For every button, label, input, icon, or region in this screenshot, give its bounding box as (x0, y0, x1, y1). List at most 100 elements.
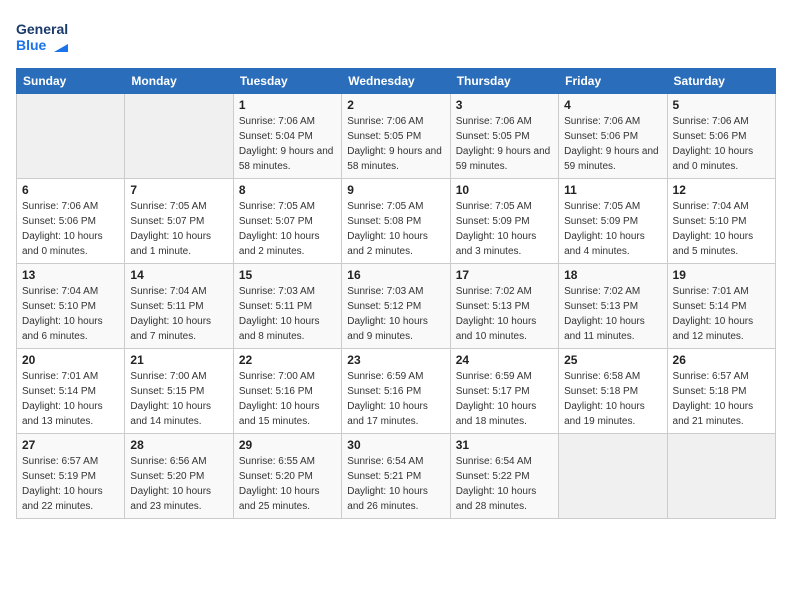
logo-icon: General Blue (16, 16, 68, 60)
day-number: 10 (456, 183, 553, 197)
day-number: 23 (347, 353, 444, 367)
day-number: 14 (130, 268, 227, 282)
header-cell-tuesday: Tuesday (233, 69, 341, 94)
day-info: Sunrise: 7:06 AMSunset: 5:06 PMDaylight:… (673, 114, 770, 174)
day-info: Sunrise: 7:01 AMSunset: 5:14 PMDaylight:… (673, 284, 770, 344)
day-info: Sunrise: 6:56 AMSunset: 5:20 PMDaylight:… (130, 454, 227, 514)
day-info: Sunrise: 7:03 AMSunset: 5:12 PMDaylight:… (347, 284, 444, 344)
day-number: 26 (673, 353, 770, 367)
header-cell-saturday: Saturday (667, 69, 775, 94)
day-number: 19 (673, 268, 770, 282)
calendar-cell: 9 Sunrise: 7:05 AMSunset: 5:08 PMDaylight… (342, 179, 450, 264)
calendar-week-1: 1 Sunrise: 7:06 AMSunset: 5:04 PMDaylight… (17, 94, 776, 179)
day-info: Sunrise: 7:06 AMSunset: 5:06 PMDaylight:… (22, 199, 119, 259)
calendar-cell: 11 Sunrise: 7:05 AMSunset: 5:09 PMDayligh… (559, 179, 667, 264)
day-number: 3 (456, 98, 553, 112)
day-info: Sunrise: 6:59 AMSunset: 5:17 PMDaylight:… (456, 369, 553, 429)
day-info: Sunrise: 7:03 AMSunset: 5:11 PMDaylight:… (239, 284, 336, 344)
logo: General Blue (16, 16, 70, 60)
calendar-week-5: 27 Sunrise: 6:57 AMSunset: 5:19 PMDayligh… (17, 434, 776, 519)
day-info: Sunrise: 7:05 AMSunset: 5:09 PMDaylight:… (564, 199, 661, 259)
calendar-cell: 2Sunrise: 7:06 AMSunset: 5:05 PMDaylight… (342, 94, 450, 179)
calendar-week-2: 6 Sunrise: 7:06 AMSunset: 5:06 PMDaylight… (17, 179, 776, 264)
day-info: Sunrise: 7:05 AMSunset: 5:08 PMDaylight:… (347, 199, 444, 259)
day-number: 24 (456, 353, 553, 367)
calendar-cell: 19 Sunrise: 7:01 AMSunset: 5:14 PMDayligh… (667, 264, 775, 349)
page-header: General Blue (16, 16, 776, 60)
day-info: Sunrise: 6:57 AMSunset: 5:19 PMDaylight:… (22, 454, 119, 514)
calendar-cell: 13Sunrise: 7:04 AMSunset: 5:10 PMDayligh… (17, 264, 125, 349)
day-number: 1 (239, 98, 336, 112)
calendar-cell: 23 Sunrise: 6:59 AMSunset: 5:16 PMDayligh… (342, 349, 450, 434)
day-number: 8 (239, 183, 336, 197)
header-row: SundayMondayTuesdayWednesdayThursdayFrid… (17, 69, 776, 94)
calendar-cell (559, 434, 667, 519)
day-number: 22 (239, 353, 336, 367)
day-info: Sunrise: 7:01 AMSunset: 5:14 PMDaylight:… (22, 369, 119, 429)
day-number: 5 (673, 98, 770, 112)
header-cell-monday: Monday (125, 69, 233, 94)
day-info: Sunrise: 7:05 AMSunset: 5:07 PMDaylight:… (239, 199, 336, 259)
calendar-week-3: 13Sunrise: 7:04 AMSunset: 5:10 PMDayligh… (17, 264, 776, 349)
day-number: 9 (347, 183, 444, 197)
calendar-cell: 15Sunrise: 7:03 AMSunset: 5:11 PMDayligh… (233, 264, 341, 349)
day-number: 16 (347, 268, 444, 282)
calendar-cell: 24 Sunrise: 6:59 AMSunset: 5:17 PMDayligh… (450, 349, 558, 434)
calendar-cell: 1 Sunrise: 7:06 AMSunset: 5:04 PMDaylight… (233, 94, 341, 179)
day-info: Sunrise: 7:02 AMSunset: 5:13 PMDaylight:… (456, 284, 553, 344)
day-number: 17 (456, 268, 553, 282)
calendar-cell (125, 94, 233, 179)
calendar-cell: 8 Sunrise: 7:05 AMSunset: 5:07 PMDaylight… (233, 179, 341, 264)
calendar-cell: 30Sunrise: 6:54 AMSunset: 5:21 PMDayligh… (342, 434, 450, 519)
day-info: Sunrise: 7:02 AMSunset: 5:13 PMDaylight:… (564, 284, 661, 344)
day-number: 12 (673, 183, 770, 197)
calendar-cell: 25 Sunrise: 6:58 AMSunset: 5:18 PMDayligh… (559, 349, 667, 434)
calendar-cell: 22Sunrise: 7:00 AMSunset: 5:16 PMDayligh… (233, 349, 341, 434)
day-number: 30 (347, 438, 444, 452)
calendar-cell: 3 Sunrise: 7:06 AMSunset: 5:05 PMDaylight… (450, 94, 558, 179)
svg-text:Blue: Blue (16, 37, 47, 53)
calendar-cell: 29 Sunrise: 6:55 AMSunset: 5:20 PMDayligh… (233, 434, 341, 519)
day-info: Sunrise: 6:59 AMSunset: 5:16 PMDaylight:… (347, 369, 444, 429)
day-info: Sunrise: 6:57 AMSunset: 5:18 PMDaylight:… (673, 369, 770, 429)
day-info: Sunrise: 7:06 AMSunset: 5:05 PMDaylight:… (347, 114, 444, 174)
day-info: Sunrise: 6:54 AMSunset: 5:22 PMDaylight:… (456, 454, 553, 514)
day-number: 4 (564, 98, 661, 112)
header-cell-thursday: Thursday (450, 69, 558, 94)
calendar-cell: 27 Sunrise: 6:57 AMSunset: 5:19 PMDayligh… (17, 434, 125, 519)
calendar-cell: 12Sunrise: 7:04 AMSunset: 5:10 PMDayligh… (667, 179, 775, 264)
day-info: Sunrise: 7:06 AMSunset: 5:04 PMDaylight:… (239, 114, 336, 174)
day-number: 25 (564, 353, 661, 367)
day-number: 18 (564, 268, 661, 282)
calendar-cell: 14 Sunrise: 7:04 AMSunset: 5:11 PMDayligh… (125, 264, 233, 349)
day-info: Sunrise: 7:06 AMSunset: 5:05 PMDaylight:… (456, 114, 553, 174)
day-number: 27 (22, 438, 119, 452)
calendar-cell: 31 Sunrise: 6:54 AMSunset: 5:22 PMDayligh… (450, 434, 558, 519)
day-number: 21 (130, 353, 227, 367)
day-number: 31 (456, 438, 553, 452)
calendar-cell: 18 Sunrise: 7:02 AMSunset: 5:13 PMDayligh… (559, 264, 667, 349)
calendar-cell: 4Sunrise: 7:06 AMSunset: 5:06 PMDaylight… (559, 94, 667, 179)
day-number: 11 (564, 183, 661, 197)
header-cell-friday: Friday (559, 69, 667, 94)
calendar-cell: 17 Sunrise: 7:02 AMSunset: 5:13 PMDayligh… (450, 264, 558, 349)
day-info: Sunrise: 7:00 AMSunset: 5:15 PMDaylight:… (130, 369, 227, 429)
calendar-header: SundayMondayTuesdayWednesdayThursdayFrid… (17, 69, 776, 94)
calendar-cell: 7 Sunrise: 7:05 AMSunset: 5:07 PMDaylight… (125, 179, 233, 264)
calendar-body: 1 Sunrise: 7:06 AMSunset: 5:04 PMDaylight… (17, 94, 776, 519)
calendar-cell: 5 Sunrise: 7:06 AMSunset: 5:06 PMDaylight… (667, 94, 775, 179)
day-info: Sunrise: 7:04 AMSunset: 5:11 PMDaylight:… (130, 284, 227, 344)
day-info: Sunrise: 6:55 AMSunset: 5:20 PMDaylight:… (239, 454, 336, 514)
day-info: Sunrise: 7:05 AMSunset: 5:07 PMDaylight:… (130, 199, 227, 259)
calendar-cell: 26 Sunrise: 6:57 AMSunset: 5:18 PMDayligh… (667, 349, 775, 434)
day-number: 6 (22, 183, 119, 197)
calendar-cell: 21 Sunrise: 7:00 AMSunset: 5:15 PMDayligh… (125, 349, 233, 434)
calendar-cell (667, 434, 775, 519)
day-info: Sunrise: 7:04 AMSunset: 5:10 PMDaylight:… (22, 284, 119, 344)
calendar-cell (17, 94, 125, 179)
day-number: 29 (239, 438, 336, 452)
day-number: 7 (130, 183, 227, 197)
day-info: Sunrise: 6:58 AMSunset: 5:18 PMDaylight:… (564, 369, 661, 429)
svg-text:General: General (16, 21, 68, 37)
day-number: 28 (130, 438, 227, 452)
